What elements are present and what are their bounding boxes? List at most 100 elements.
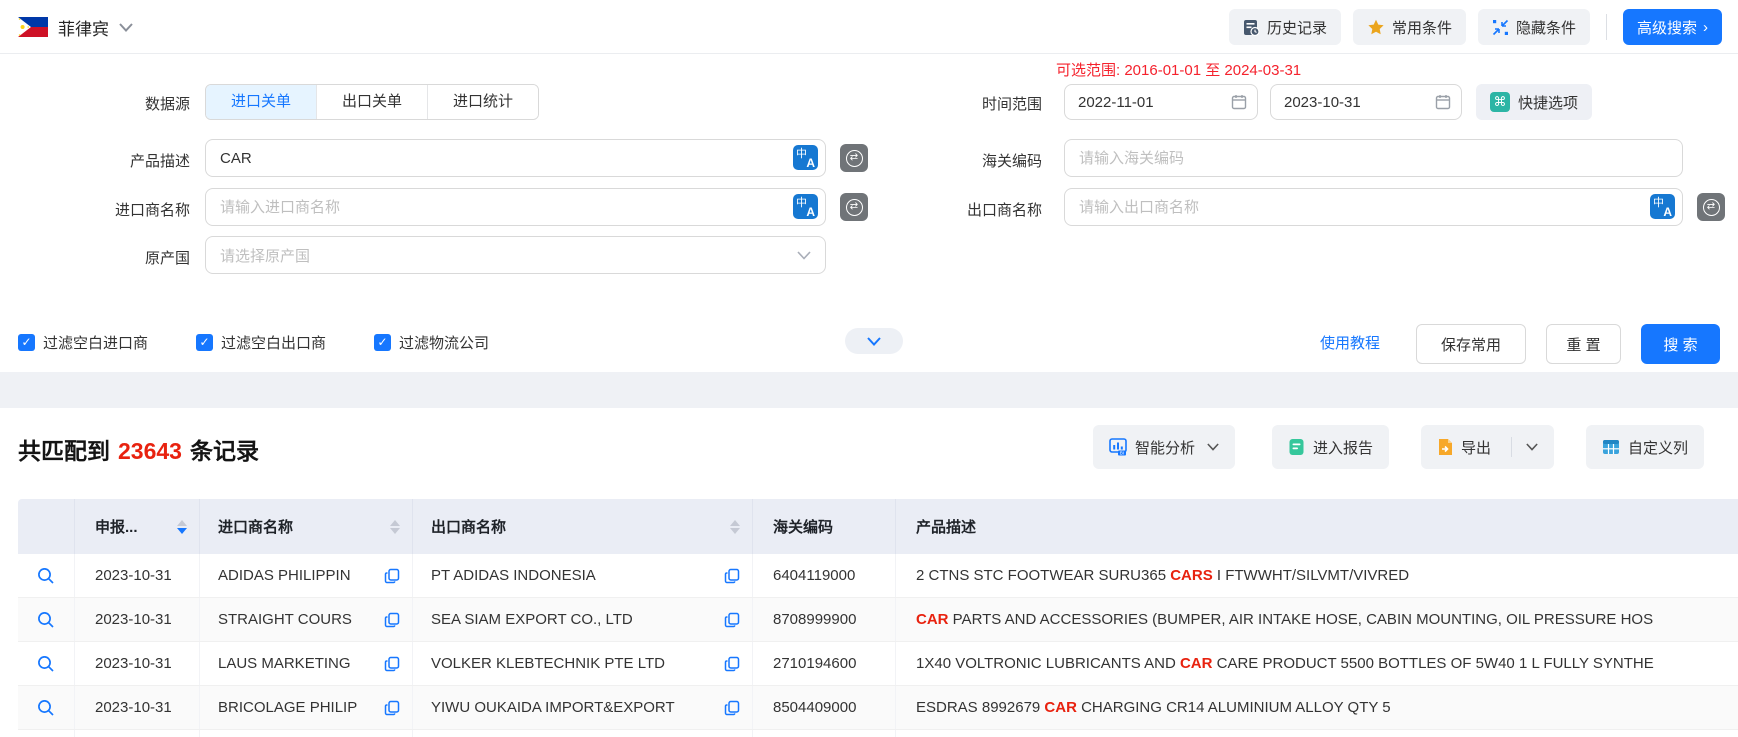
exporter-cell: VOLKER KLEBTECHNIK PTE LTD: [413, 642, 753, 685]
hs-code-cell: [753, 730, 896, 737]
export-button[interactable]: 导出: [1421, 425, 1554, 469]
table-row-partial: [18, 730, 1738, 737]
top-actions: 历史记录 常用条件 隐藏条件 高级搜索 ›: [1229, 9, 1722, 45]
country-name: 菲律宾: [58, 15, 109, 40]
header-importer: 进口商名称: [200, 499, 413, 554]
filter-blank-importer-checkbox[interactable]: ✓ 过滤空白进口商: [18, 330, 148, 354]
quick-options-button[interactable]: ⌘ 快捷选项: [1476, 84, 1592, 120]
product-desc-cell: 1X40 VOLTRONIC LUBRICANTS AND CAR CARE P…: [896, 642, 1738, 685]
hs-code-cell: 8504409000: [753, 686, 896, 729]
view-detail-magnifier-icon[interactable]: [37, 699, 55, 717]
declare-date-cell: [75, 730, 200, 737]
sort-control[interactable]: [730, 520, 740, 534]
importer-cell: LAUS MARKETING: [200, 642, 413, 685]
checkbox-checked-icon: ✓: [18, 334, 35, 351]
filter-blank-exporter-checkbox[interactable]: ✓ 过滤空白出口商: [196, 330, 326, 354]
tutorial-link[interactable]: 使用教程: [1320, 324, 1380, 364]
view-detail-magnifier-icon[interactable]: [37, 655, 55, 673]
hs-code-cell: 6404119000: [753, 554, 896, 597]
advanced-search-label: 高级搜索: [1637, 17, 1697, 38]
favorites-button[interactable]: 常用条件: [1353, 9, 1466, 45]
results-section: 共匹配到23643条记录 BI 智能分析 进入报告: [0, 408, 1738, 737]
copy-icon[interactable]: [724, 700, 740, 716]
declare-date-cell: 2023-10-31: [75, 642, 200, 685]
report-icon: [1288, 438, 1305, 456]
origin-placeholder: 请选择原产国: [220, 245, 797, 266]
search-panel: 可选范围: 2016-01-01 至 2024-03-31 数据源 进口关单 出…: [0, 54, 1738, 372]
trade-search-page: 菲律宾 历史记录 常用条件: [0, 0, 1738, 737]
star-icon: [1367, 19, 1385, 36]
philippines-flag-icon: [18, 17, 48, 37]
start-date-input[interactable]: 2022-11-01: [1064, 84, 1258, 120]
header-hs-code: 海关编码: [753, 499, 896, 554]
header-declare-date: 申报...: [75, 499, 200, 554]
hs-code-cell: 8708999900: [753, 598, 896, 641]
row-detail-cell: [18, 686, 75, 729]
product-desc-cell: ESDRAS 8992679 CAR CHARGING CR14 ALUMINI…: [896, 686, 1738, 729]
chevron-down-icon: [867, 337, 881, 346]
copy-icon[interactable]: [384, 656, 400, 672]
synonym-search-icon[interactable]: ⇄: [1697, 193, 1725, 221]
time-range-label: 时间范围: [0, 93, 1042, 114]
command-icon: ⌘: [1490, 92, 1510, 112]
section-divider: [0, 372, 1738, 408]
enter-report-button[interactable]: 进入报告: [1272, 425, 1389, 469]
customize-columns-button[interactable]: 自定义列: [1586, 425, 1704, 469]
reset-button[interactable]: 重 置: [1546, 324, 1621, 364]
translate-icon[interactable]: 中A: [1650, 194, 1675, 219]
advanced-search-button[interactable]: 高级搜索 ›: [1623, 9, 1722, 45]
results-table: 申报... 进口商名称 出口商名称 海关编码: [18, 499, 1738, 737]
copy-icon[interactable]: [384, 700, 400, 716]
table-row: 2023-10-31 BRICOLAGE PHILIP YIWU OUKAIDA…: [18, 686, 1738, 730]
exporter-input[interactable]: [1064, 188, 1683, 226]
row-detail-cell: [18, 598, 75, 641]
header-product-desc: 产品描述: [896, 499, 1738, 554]
copy-icon[interactable]: [724, 612, 740, 628]
copy-icon[interactable]: [384, 612, 400, 628]
row-detail-cell: [18, 554, 75, 597]
smart-analysis-button[interactable]: BI 智能分析: [1093, 425, 1235, 469]
checkbox-checked-icon: ✓: [196, 334, 213, 351]
save-common-button[interactable]: 保存常用: [1416, 324, 1526, 364]
copy-icon[interactable]: [724, 656, 740, 672]
exporter-cell: YIWU OUKAIDA IMPORT&EXPORT: [413, 686, 753, 729]
chevron-right-icon: ›: [1703, 19, 1708, 36]
country-selector[interactable]: 菲律宾: [18, 0, 133, 54]
hs-code-input[interactable]: [1064, 139, 1683, 177]
sort-control[interactable]: [390, 520, 400, 534]
export-options-chevron-icon[interactable]: [1526, 443, 1538, 451]
filter-logistics-checkbox[interactable]: ✓ 过滤物流公司: [374, 330, 489, 354]
row-detail-cell: [18, 642, 75, 685]
table-row: 2023-10-31 STRAIGHT COURS SEA SIAM EXPOR…: [18, 598, 1738, 642]
export-label: 导出: [1461, 437, 1491, 458]
hs-code-label: 海关编码: [0, 150, 1042, 171]
checkbox-checked-icon: ✓: [374, 334, 391, 351]
importer-cell: STRAIGHT COURS: [200, 598, 413, 641]
product-desc-cell: 2 CTNS STC FOOTWEAR SURU365 CARS I FTWWH…: [896, 554, 1738, 597]
origin-select[interactable]: 请选择原产国: [205, 236, 826, 274]
exporter-cell: PT ADIDAS INDONESIA: [413, 554, 753, 597]
customize-columns-label: 自定义列: [1628, 437, 1688, 458]
row-detail-cell: [18, 730, 75, 737]
calendar-icon: [1435, 94, 1451, 110]
result-count-number: 23643: [118, 438, 182, 464]
chevron-down-icon: [1207, 443, 1219, 451]
top-bar: 菲律宾 历史记录 常用条件: [0, 0, 1738, 54]
table-row: 2023-10-31 LAUS MARKETING VOLKER KLEBTEC…: [18, 642, 1738, 686]
origin-label: 原产国: [0, 247, 190, 268]
search-button[interactable]: 搜 索: [1641, 324, 1720, 364]
table-header: 申报... 进口商名称 出口商名称 海关编码: [18, 499, 1738, 554]
history-button[interactable]: 历史记录: [1229, 9, 1341, 45]
svg-text:BI: BI: [1120, 451, 1124, 456]
copy-icon[interactable]: [384, 568, 400, 584]
expand-conditions-toggle[interactable]: [845, 328, 903, 354]
copy-icon[interactable]: [724, 568, 740, 584]
sort-control[interactable]: [177, 520, 187, 534]
view-detail-magnifier-icon[interactable]: [37, 611, 55, 629]
smart-analysis-label: 智能分析: [1135, 437, 1195, 458]
importer-cell: [200, 730, 413, 737]
end-date-input[interactable]: 2023-10-31: [1270, 84, 1462, 120]
view-detail-magnifier-icon[interactable]: [37, 567, 55, 585]
hide-conditions-button[interactable]: 隐藏条件: [1478, 9, 1590, 45]
start-date-value: 2022-11-01: [1078, 94, 1231, 111]
